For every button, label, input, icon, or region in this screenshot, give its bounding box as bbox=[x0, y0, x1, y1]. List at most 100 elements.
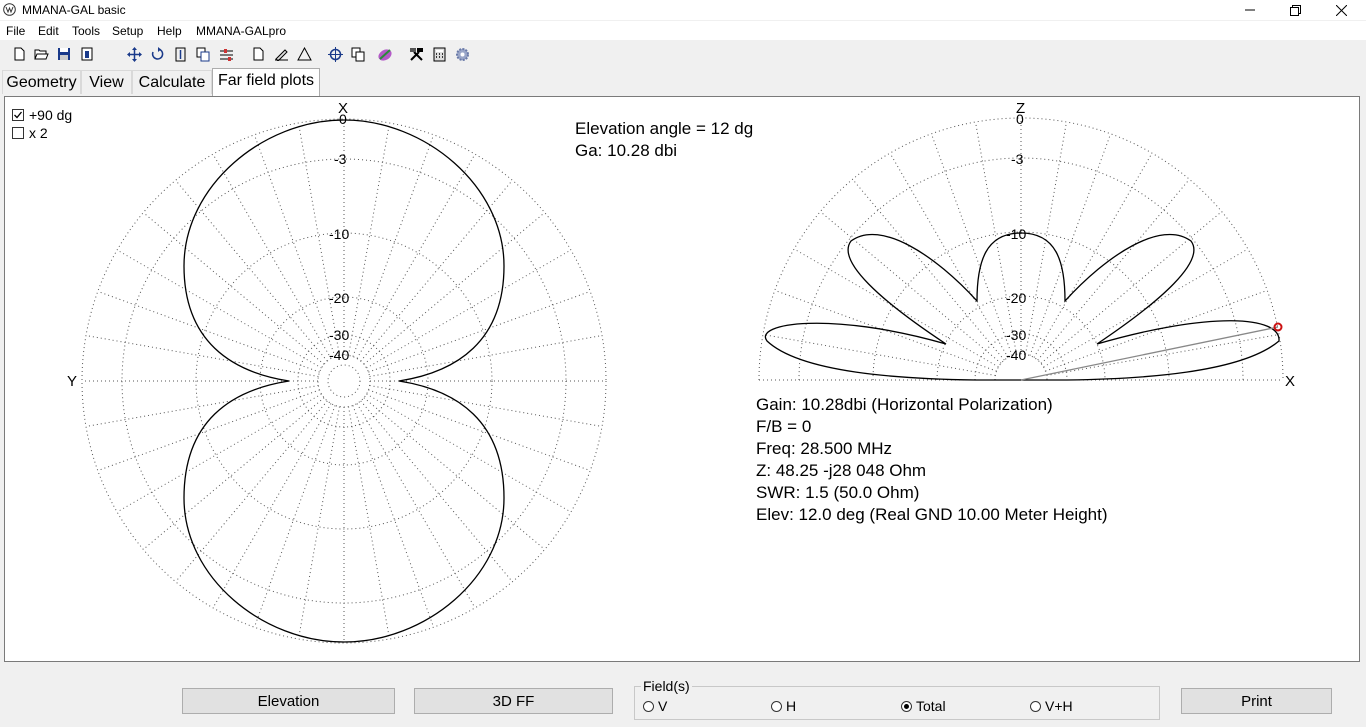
align-icon bbox=[219, 48, 233, 61]
elevation-grid-spoke bbox=[930, 133, 1013, 356]
azimuth-ring-label-3: -3 bbox=[334, 151, 347, 167]
target-icon bbox=[327, 46, 343, 62]
toolbar bbox=[0, 42, 1366, 67]
info-button[interactable] bbox=[79, 46, 95, 62]
azimuth-grid-spoke bbox=[97, 290, 320, 373]
minimize-button[interactable] bbox=[1227, 0, 1273, 20]
rotate-button[interactable] bbox=[149, 46, 165, 62]
tools-button[interactable] bbox=[408, 46, 424, 62]
tab-view[interactable]: View bbox=[81, 70, 132, 94]
duplicate-icon bbox=[351, 47, 364, 61]
field-radio-h[interactable]: H bbox=[771, 698, 796, 714]
elevation-grid-spoke bbox=[852, 178, 1005, 361]
field-radio-vh[interactable]: V+H bbox=[1030, 698, 1073, 714]
field-radio-total-dot[interactable] bbox=[901, 700, 912, 712]
elevation-grid-spoke bbox=[1033, 152, 1153, 358]
palette-button[interactable] bbox=[377, 46, 393, 62]
azimuth-grid bbox=[81, 118, 607, 644]
print-button[interactable]: Print bbox=[1181, 688, 1332, 714]
menu-mmana-galpro[interactable]: MMANA-GALpro bbox=[196, 24, 286, 38]
tab-calculate[interactable]: Calculate bbox=[132, 70, 212, 94]
open-button[interactable] bbox=[33, 46, 49, 62]
copy-icon bbox=[196, 47, 209, 61]
elevation-grid-spoke bbox=[762, 334, 996, 376]
far-field-plots: X Y 0 -3 -10 -20 -30 -40 Z X 0 -3 -10 -2… bbox=[67, 100, 1295, 644]
field-radio-v-dot[interactable] bbox=[643, 700, 654, 712]
azimuth-grid-spoke bbox=[142, 397, 325, 550]
azimuth-grid-spoke bbox=[85, 335, 319, 377]
azimuth-grid-spoke bbox=[116, 249, 322, 369]
x2-label: x 2 bbox=[29, 125, 48, 141]
elevation-button[interactable]: Elevation bbox=[182, 688, 395, 714]
rotate-icon bbox=[151, 46, 163, 60]
field-radio-total[interactable]: Total bbox=[901, 698, 946, 714]
close-button[interactable] bbox=[1318, 0, 1364, 20]
elevation-grid-spoke bbox=[1025, 121, 1067, 355]
app-logo-icon bbox=[3, 3, 16, 16]
menu-file[interactable]: File bbox=[6, 24, 25, 38]
result-elevation: Elev: 12.0 deg (Real GND 10.00 Meter Hei… bbox=[756, 505, 1108, 524]
elevation-grid-spoke bbox=[1040, 211, 1223, 364]
field-radio-v-label: V bbox=[658, 698, 668, 714]
align-button[interactable] bbox=[218, 46, 234, 62]
tab-geometry[interactable]: Geometry bbox=[2, 70, 81, 94]
azimuth-grid-spoke bbox=[369, 385, 603, 427]
azimuth-grid-spoke bbox=[368, 290, 591, 373]
azimuth-grid-ring bbox=[327, 364, 361, 398]
azimuth-grid-spoke bbox=[366, 393, 572, 513]
stretch-button[interactable] bbox=[172, 46, 188, 62]
elevation-grid-spoke bbox=[1046, 334, 1280, 376]
elevation-ring-label-10: -10 bbox=[1006, 226, 1026, 242]
triangle-button[interactable] bbox=[296, 46, 312, 62]
azimuth-grid-spoke bbox=[253, 134, 336, 357]
save-button[interactable] bbox=[56, 46, 72, 62]
plus90-checkbox[interactable]: +90 dg bbox=[12, 107, 72, 123]
open-folder-icon bbox=[33, 49, 49, 60]
plus90-checkbox-box[interactable] bbox=[12, 109, 24, 121]
fields-legend: Field(s) bbox=[641, 678, 692, 694]
gear-icon bbox=[455, 47, 469, 61]
elevation-angle-text: Elevation angle = 12 dg bbox=[575, 119, 754, 138]
move-button[interactable] bbox=[126, 46, 142, 62]
edit-button[interactable] bbox=[273, 46, 289, 62]
page-icon bbox=[253, 47, 264, 61]
azimuth-ring-label-0: 0 bbox=[339, 111, 347, 127]
elevation-axis-right-label: X bbox=[1285, 373, 1295, 390]
elevation-grid-spoke bbox=[889, 152, 1009, 358]
calculator-button[interactable] bbox=[431, 46, 447, 62]
copy-button[interactable] bbox=[195, 46, 211, 62]
azimuth-grid-spoke bbox=[253, 405, 336, 628]
field-radio-v[interactable]: V bbox=[643, 698, 667, 714]
minimize-icon bbox=[1245, 9, 1255, 11]
azimuth-grid-spoke bbox=[356, 153, 476, 359]
elevation-ring-label-30: -30 bbox=[1006, 327, 1026, 343]
restore-button[interactable] bbox=[1272, 0, 1318, 20]
result-freq: Freq: 28.500 MHz bbox=[756, 439, 893, 458]
settings-button[interactable] bbox=[454, 46, 470, 62]
field-radio-vh-dot[interactable] bbox=[1030, 700, 1041, 712]
azimuth-ring-label-10: -10 bbox=[329, 226, 349, 242]
menu-help[interactable]: Help bbox=[157, 24, 182, 38]
result-swr: SWR: 1.5 (50.0 Ohm) bbox=[756, 483, 920, 502]
menu-tools[interactable]: Tools bbox=[72, 24, 100, 38]
azimuth-grid-spoke bbox=[116, 393, 322, 513]
duplicate-button[interactable] bbox=[350, 46, 366, 62]
x2-checkbox[interactable]: x 2 bbox=[12, 125, 48, 141]
x2-checkbox-box[interactable] bbox=[12, 127, 24, 139]
checkmark-icon bbox=[14, 111, 23, 119]
info-icon bbox=[81, 47, 93, 61]
field-radio-h-dot[interactable] bbox=[771, 700, 782, 712]
tab-far-field-plots[interactable]: Far field plots bbox=[212, 68, 320, 96]
far-field-plot-area: X Y 0 -3 -10 -20 -30 -40 Z X 0 -3 -10 -2… bbox=[4, 96, 1360, 662]
menu-setup[interactable]: Setup bbox=[112, 24, 143, 38]
plus90-label: +90 dg bbox=[29, 107, 73, 123]
target-button[interactable] bbox=[327, 46, 343, 62]
page-button[interactable] bbox=[250, 46, 266, 62]
azimuth-grid-spoke bbox=[369, 335, 603, 377]
azimuth-grid-spoke bbox=[356, 403, 476, 609]
menu-edit[interactable]: Edit bbox=[38, 24, 59, 38]
new-file-button[interactable] bbox=[11, 46, 27, 62]
3d-ff-button[interactable]: 3D FF bbox=[414, 688, 613, 714]
azimuth-grid-spoke bbox=[85, 385, 319, 427]
azimuth-grid-spoke bbox=[97, 389, 320, 472]
